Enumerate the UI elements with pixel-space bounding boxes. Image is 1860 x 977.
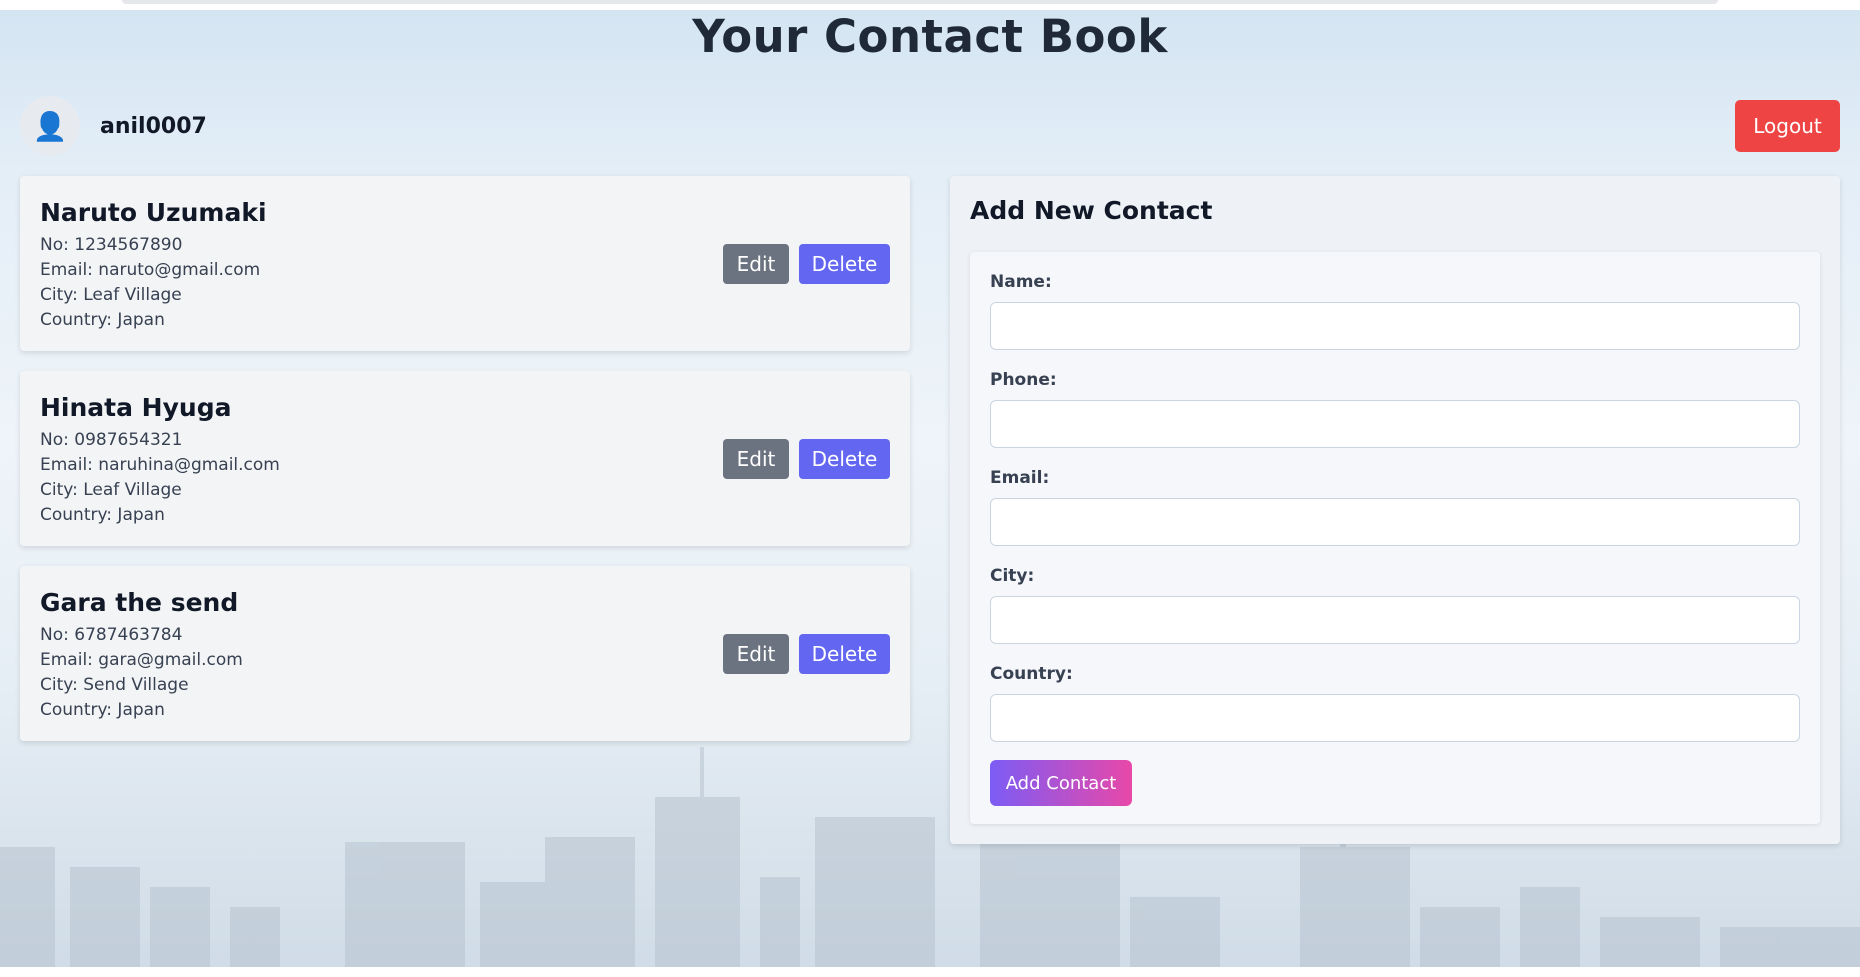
contact-city: City: Send Village <box>40 675 189 695</box>
edit-button[interactable]: Edit <box>723 439 789 479</box>
logout-button[interactable]: Logout <box>1735 100 1840 152</box>
name-input[interactable] <box>990 302 1800 350</box>
add-contact-title: Add New Contact <box>970 196 1213 225</box>
contact-actions: Edit Delete <box>723 439 890 479</box>
contact-list: Naruto Uzumaki No: 1234567890 Email: nar… <box>20 176 910 761</box>
contact-actions: Edit Delete <box>723 634 890 674</box>
country-input[interactable] <box>990 694 1800 742</box>
user-icon: 👤 <box>20 96 80 156</box>
contact-card: Gara the send No: 6787463784 Email: gara… <box>20 566 910 741</box>
delete-button[interactable]: Delete <box>799 244 890 284</box>
contact-name: Hinata Hyuga <box>40 393 232 422</box>
contact-card: Hinata Hyuga No: 0987654321 Email: naruh… <box>20 371 910 546</box>
contact-name: Gara the send <box>40 588 239 617</box>
contact-city: City: Leaf Village <box>40 480 182 500</box>
city-label: City: <box>990 566 1035 586</box>
country-label: Country: <box>990 664 1073 684</box>
delete-button[interactable]: Delete <box>799 634 890 674</box>
add-contact-button[interactable]: Add Contact <box>990 760 1132 806</box>
bottom-strip <box>0 967 1860 977</box>
add-contact-form: Name: Phone: Email: City: Country: Add C… <box>970 252 1820 824</box>
city-input[interactable] <box>990 596 1800 644</box>
browser-address-edge <box>122 0 1718 4</box>
contact-country: Country: Japan <box>40 505 165 525</box>
edit-button[interactable]: Edit <box>723 634 789 674</box>
contact-name: Naruto Uzumaki <box>40 198 267 227</box>
delete-button[interactable]: Delete <box>799 439 890 479</box>
contact-actions: Edit Delete <box>723 244 890 284</box>
email-input[interactable] <box>990 498 1800 546</box>
user-bar: 👤 anil0007 <box>20 96 207 156</box>
phone-input[interactable] <box>990 400 1800 448</box>
name-label: Name: <box>990 272 1052 292</box>
contact-city: City: Leaf Village <box>40 285 182 305</box>
page-title: Your Contact Book <box>692 10 1168 63</box>
email-label: Email: <box>990 468 1050 488</box>
edit-button[interactable]: Edit <box>723 244 789 284</box>
add-contact-panel: Add New Contact Name: Phone: Email: City… <box>950 176 1840 844</box>
phone-label: Phone: <box>990 370 1057 390</box>
contact-country: Country: Japan <box>40 700 165 720</box>
browser-top-strip <box>0 0 1860 10</box>
contact-card: Naruto Uzumaki No: 1234567890 Email: nar… <box>20 176 910 351</box>
contact-country: Country: Japan <box>40 310 165 330</box>
username: anil0007 <box>100 113 207 139</box>
